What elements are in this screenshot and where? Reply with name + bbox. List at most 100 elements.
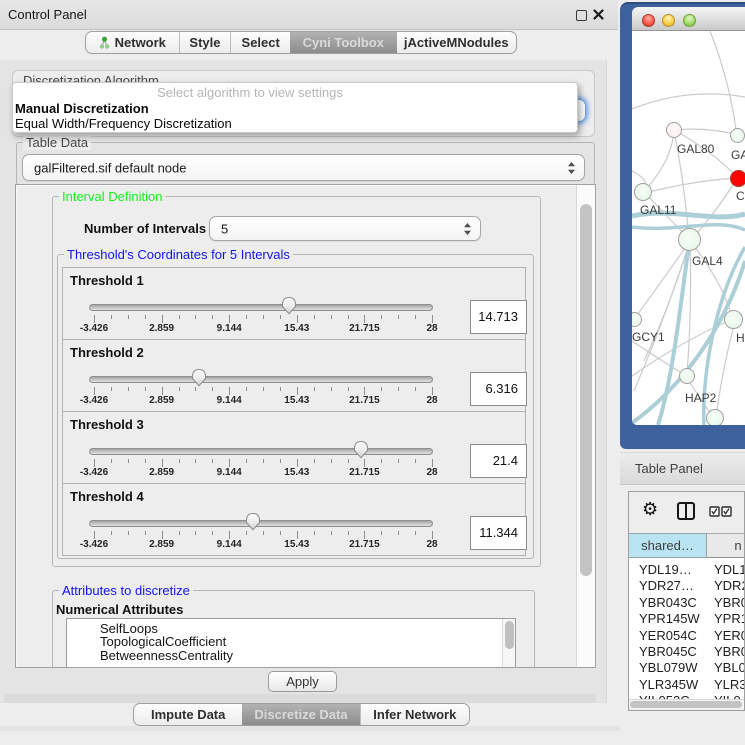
threshold-label: Threshold 4 [70, 489, 144, 504]
network-node[interactable] [730, 128, 745, 143]
slider-track[interactable] [89, 304, 433, 311]
table-panel: ⚙ shared… n YDL19…YDL1YDR27…YDR2YBR043CY… [628, 491, 745, 711]
num-intervals-combo[interactable]: 5 [209, 216, 481, 241]
threshold-panel-1: Threshold 1 -3.4262.8599.14415.4321.7152… [62, 267, 526, 340]
settings-scrollbar[interactable] [576, 185, 595, 667]
network-node[interactable] [706, 409, 724, 425]
threshold-panel-4: Threshold 4 -3.4262.8599.14415.4321.7152… [62, 483, 526, 556]
slider-axis-labels: -3.4262.8599.14415.4321.71528 [94, 323, 432, 335]
close-traffic-light[interactable] [642, 14, 655, 27]
bottom-band [0, 726, 620, 731]
attributes-group-title: Attributes to discretize [59, 583, 193, 598]
slider-thumb[interactable] [353, 440, 369, 459]
threshold-label: Threshold 1 [70, 273, 144, 288]
network-node[interactable] [632, 312, 642, 327]
table-data-group-title: Table Data [23, 135, 91, 150]
network-node[interactable] [730, 170, 745, 187]
table-row[interactable]: YPR145WYPR1 [629, 607, 745, 623]
attributes-list-scrollbar[interactable] [502, 619, 515, 668]
tab-network[interactable]: Network [86, 32, 179, 53]
slider-axis-labels: -3.4262.8599.14415.4321.71528 [94, 539, 432, 551]
close-icon[interactable] [593, 9, 604, 20]
table-row[interactable]: YIL053CYIL0 [629, 689, 745, 699]
slider-ticks [94, 531, 432, 539]
node-label: GCY1 [632, 330, 665, 344]
select-columns-icon[interactable] [709, 506, 732, 517]
dropdown-placeholder[interactable]: Select algorithm to view settings [13, 85, 487, 100]
table-data-combo[interactable]: galFiltered.sif default node [22, 154, 585, 181]
attributes-group: Attributes to discretize Numerical Attri… [52, 590, 535, 668]
attribute-item[interactable]: TopologicalCoefficient [67, 635, 515, 648]
numerical-attributes-label: Numerical Attributes [56, 602, 183, 617]
dropdown-item-equal-width[interactable]: Equal Width/Frequency Discretization [15, 116, 232, 131]
table-row[interactable]: YLR345WYLR3 [629, 673, 745, 689]
tab-infer-network[interactable]: Infer Network [360, 704, 469, 725]
table-row[interactable]: YDL19…YDL1 [629, 558, 745, 574]
tab-jactivemnodules[interactable]: jActiveMNodules [397, 32, 516, 53]
combo-spinner-icon [463, 222, 472, 236]
network-icon [99, 36, 110, 50]
network-node[interactable] [724, 310, 743, 329]
table-row[interactable]: YER054CYER0 [629, 624, 745, 640]
threshold-label: Threshold 3 [70, 417, 144, 432]
table-row[interactable]: YBR045CYBR0 [629, 640, 745, 656]
network-node[interactable] [634, 183, 652, 201]
network-window-titlebar[interactable] [632, 7, 745, 31]
tab-discretize-data[interactable]: Discretize Data [242, 704, 359, 725]
columns-icon[interactable] [676, 501, 696, 521]
gear-icon[interactable]: ⚙ [642, 500, 658, 518]
settings-scrollbar-thumb[interactable] [580, 204, 592, 576]
network-node[interactable] [679, 368, 695, 384]
tab-select[interactable]: Select [230, 32, 290, 53]
slider-thumb[interactable] [191, 368, 207, 387]
threshold-value-field[interactable]: 21.4 [470, 444, 527, 478]
network-node[interactable] [678, 228, 701, 251]
slider-track[interactable] [89, 520, 433, 527]
float-window-icon[interactable] [576, 10, 587, 21]
slider-track[interactable] [89, 376, 433, 383]
node-label: C [736, 189, 745, 203]
table-panel-titlebar: Table Panel [620, 452, 745, 485]
table-row[interactable]: YBR043CYBR0 [629, 591, 745, 607]
tab-network-label: Network [115, 35, 166, 50]
threshold-panel-2: Threshold 2 -3.4262.8599.14415.4321.7152… [62, 339, 526, 412]
node-label: GAL80 [677, 142, 714, 156]
table-rows: YDL19…YDL1YDR27…YDR2YBR043CYBR0YPR145WYP… [629, 558, 745, 699]
tab-style[interactable]: Style [179, 32, 231, 53]
table-data-group: Table Data galFiltered.sif default node [16, 142, 595, 185]
slider-track[interactable] [89, 448, 433, 455]
tab-impute-data[interactable]: Impute Data [134, 704, 242, 725]
table-panel-title: Table Panel [635, 461, 703, 476]
table-row[interactable]: YDR27…YDR2 [629, 574, 745, 590]
threshold-value-field[interactable]: 14.713 [470, 300, 527, 334]
slider-thumb[interactable] [245, 512, 261, 531]
column-header-name[interactable]: n [707, 533, 745, 558]
node-label: GA [731, 148, 745, 162]
threshold-value-field[interactable]: 11.344 [470, 516, 527, 550]
numerical-attributes-list[interactable]: SelfLoopsTopologicalCoefficientBetweenne… [66, 618, 516, 668]
node-label: GAL11 [640, 203, 676, 217]
panel-bottom-band [4, 694, 596, 703]
combo-spinner-icon [567, 161, 576, 175]
tab-cyni-toolbox[interactable]: Cyni Toolbox [290, 32, 397, 53]
table-hscrollbar-thumb[interactable] [630, 701, 742, 708]
slider-thumb[interactable] [281, 296, 297, 315]
minimize-traffic-light[interactable] [662, 14, 675, 27]
slider-ticks [94, 459, 432, 467]
table-hscrollbar[interactable] [629, 699, 745, 709]
attribute-item[interactable]: SelfLoops [67, 622, 515, 635]
dropdown-item-manual[interactable]: Manual Discretization [15, 101, 149, 116]
table-row[interactable]: YBL079WYBL0 [629, 656, 745, 672]
column-header-shared-name[interactable]: shared… [629, 533, 707, 558]
apply-button[interactable]: Apply [268, 671, 337, 692]
cyni-toolbox-panel: Discretization Algorithm Table Data galF… [0, 60, 607, 703]
node-label: GAL4 [692, 254, 723, 268]
network-node[interactable] [666, 122, 682, 138]
slider-ticks [94, 387, 432, 395]
slider-ticks [94, 315, 432, 323]
network-canvas[interactable]: GAL80GACGAL11GAL4GCY1HHAP2 [632, 31, 745, 425]
zoom-traffic-light[interactable] [683, 14, 696, 27]
attributes-list-scrollbar-thumb[interactable] [505, 621, 514, 649]
attribute-item[interactable]: BetweennessCentrality [67, 649, 515, 662]
threshold-value-field[interactable]: 6.316 [470, 372, 527, 406]
